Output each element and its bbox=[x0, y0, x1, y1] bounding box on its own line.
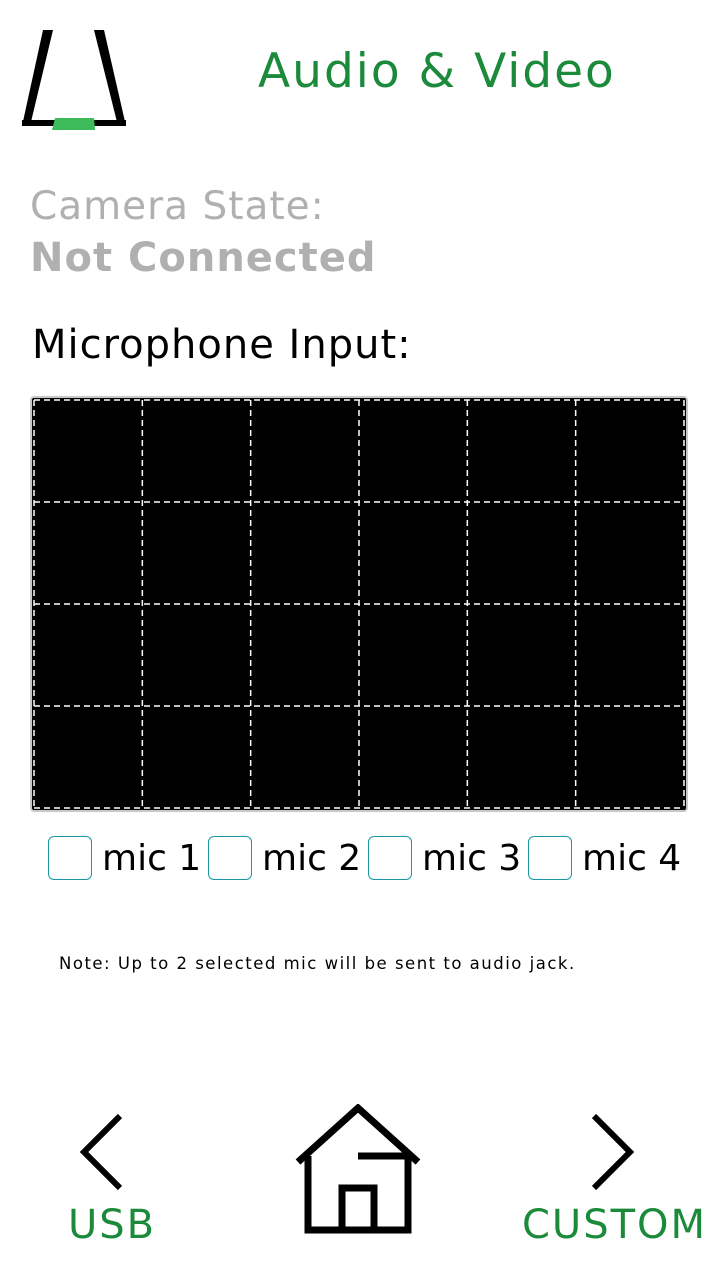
mic-3-checkbox[interactable]: mic 3 bbox=[368, 834, 521, 882]
camera-state-value: Not Connected bbox=[30, 235, 377, 281]
mic-4-label: mic 4 bbox=[582, 837, 682, 879]
checkbox-box[interactable] bbox=[528, 836, 572, 880]
chevron-right-icon bbox=[591, 1113, 635, 1191]
checkbox-box[interactable] bbox=[48, 836, 92, 880]
camera-state-label: Camera State: bbox=[30, 184, 325, 229]
custom-label: CUSTOM bbox=[522, 1202, 708, 1248]
audio-jack-note: Note: Up to 2 selected mic will be sent … bbox=[59, 954, 576, 973]
mic-4-checkbox[interactable]: mic 4 bbox=[528, 834, 681, 882]
usb-back-button[interactable]: USB bbox=[60, 1106, 160, 1256]
checkbox-box[interactable] bbox=[208, 836, 252, 880]
chevron-left-icon bbox=[79, 1113, 123, 1191]
checkbox-box[interactable] bbox=[368, 836, 412, 880]
custom-next-button[interactable]: CUSTOM bbox=[520, 1106, 710, 1256]
usb-label: USB bbox=[68, 1202, 157, 1248]
a-logo-icon bbox=[22, 30, 126, 130]
mic-1-label: mic 1 bbox=[102, 837, 202, 879]
microphone-waveform-display bbox=[30, 396, 688, 812]
mic-3-label: mic 3 bbox=[422, 837, 522, 879]
waveform-grid bbox=[33, 399, 685, 809]
mic-1-checkbox[interactable]: mic 1 bbox=[48, 834, 201, 882]
mic-2-label: mic 2 bbox=[262, 837, 362, 879]
page-title: Audio & Video bbox=[258, 44, 616, 99]
home-icon[interactable] bbox=[292, 1104, 424, 1236]
microphone-input-label: Microphone Input: bbox=[32, 322, 412, 368]
mic-2-checkbox[interactable]: mic 2 bbox=[208, 834, 361, 882]
